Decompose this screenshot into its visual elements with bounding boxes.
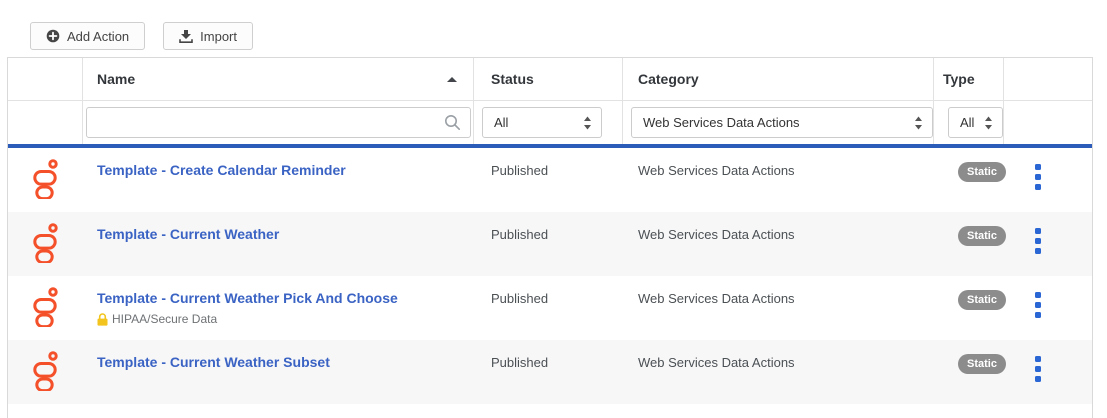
row-category-cell: Web Services Data Actions xyxy=(623,212,934,276)
row-icon-cell xyxy=(8,212,83,276)
action-name-link[interactable]: Template - Create Calendar Reminder xyxy=(83,162,346,178)
filter-type-cell: All xyxy=(934,101,1004,144)
import-label: Import xyxy=(200,29,237,44)
filter-actions-column xyxy=(1004,101,1092,144)
row-actions-cell xyxy=(1004,148,1092,212)
name-search-input[interactable] xyxy=(86,107,471,138)
data-action-icon xyxy=(33,287,59,327)
type-filter-select[interactable]: All xyxy=(948,107,1003,138)
row-name-cell: Template - Create Calendar Reminder xyxy=(83,148,474,212)
secure-data-text: HIPAA/Secure Data xyxy=(112,312,217,326)
kebab-menu-icon[interactable] xyxy=(1033,290,1092,320)
status-filter-select[interactable]: All xyxy=(482,107,602,138)
status-filter-value: All xyxy=(494,115,508,130)
action-name-link[interactable]: Template - Current Weather xyxy=(83,226,279,242)
row-category-cell: Web Services Data Actions xyxy=(623,148,934,212)
row-type-cell: Static xyxy=(934,148,1004,212)
row-actions-cell xyxy=(1004,340,1092,404)
row-name-cell: Template - Current Weather xyxy=(83,212,474,276)
import-button[interactable]: Import xyxy=(163,22,253,50)
table-body: Template - Create Calendar Reminder Publ… xyxy=(8,148,1092,404)
row-name-cell: Template - Current Weather Pick And Choo… xyxy=(83,276,474,340)
table-row: Template - Current Weather Subset Publis… xyxy=(8,340,1092,404)
data-actions-page: Add Action Import Name Status Category T… xyxy=(0,0,1107,418)
stepper-updown-icon xyxy=(583,116,592,130)
table-row: Template - Current Weather Published Web… xyxy=(8,212,1092,276)
category-filter-select[interactable]: Web Services Data Actions xyxy=(631,107,933,138)
data-action-icon xyxy=(33,223,59,263)
row-icon-cell xyxy=(8,148,83,212)
stepper-updown-icon xyxy=(984,116,993,130)
row-type-cell: Static xyxy=(934,212,1004,276)
type-badge: Static xyxy=(958,226,1006,246)
lock-icon xyxy=(97,313,108,326)
toolbar: Add Action Import xyxy=(30,22,253,50)
filter-icon-column xyxy=(8,101,83,144)
filter-category-cell: Web Services Data Actions xyxy=(623,101,934,144)
row-actions-cell xyxy=(1004,212,1092,276)
search-wrap xyxy=(86,107,471,138)
header-actions-column xyxy=(1004,58,1092,100)
header-name-label: Name xyxy=(83,58,473,100)
data-action-icon xyxy=(33,159,59,199)
row-status-cell: Published xyxy=(474,276,623,340)
header-status-label: Status xyxy=(474,58,622,100)
table-filter-row: All Web Services Data Actions All xyxy=(8,101,1092,144)
row-status-cell: Published xyxy=(474,212,623,276)
kebab-menu-icon[interactable] xyxy=(1033,354,1092,384)
header-type[interactable]: Type xyxy=(934,58,1004,100)
sort-ascending-icon xyxy=(447,77,457,82)
type-badge: Static xyxy=(958,290,1006,310)
row-actions-cell xyxy=(1004,276,1092,340)
row-icon-cell xyxy=(8,340,83,404)
table-row: Template - Current Weather Pick And Choo… xyxy=(8,276,1092,340)
row-icon-cell xyxy=(8,276,83,340)
type-filter-value: All xyxy=(960,115,974,130)
add-action-button[interactable]: Add Action xyxy=(30,22,145,50)
header-icon-column xyxy=(8,58,83,100)
type-badge: Static xyxy=(958,354,1006,374)
data-action-icon xyxy=(33,351,59,391)
row-category-cell: Web Services Data Actions xyxy=(623,340,934,404)
row-category-cell: Web Services Data Actions xyxy=(623,276,934,340)
header-status[interactable]: Status xyxy=(474,58,623,100)
actions-table: Name Status Category Type xyxy=(7,57,1093,418)
action-name-link[interactable]: Template - Current Weather Subset xyxy=(83,354,330,370)
row-status-cell: Published xyxy=(474,148,623,212)
kebab-menu-icon[interactable] xyxy=(1033,162,1092,192)
filter-name-cell xyxy=(83,101,474,144)
row-name-cell: Template - Current Weather Subset xyxy=(83,340,474,404)
header-name[interactable]: Name xyxy=(83,58,474,100)
plus-circle-icon xyxy=(46,29,60,43)
search-icon xyxy=(444,114,461,131)
filter-status-cell: All xyxy=(474,101,623,144)
row-type-cell: Static xyxy=(934,340,1004,404)
import-download-icon xyxy=(179,30,193,43)
header-category[interactable]: Category xyxy=(623,58,934,100)
table-header-row: Name Status Category Type xyxy=(8,58,1092,101)
secure-data-label: HIPAA/Secure Data xyxy=(83,312,474,326)
header-category-label: Category xyxy=(623,58,933,100)
kebab-menu-icon[interactable] xyxy=(1033,226,1092,256)
action-name-link[interactable]: Template - Current Weather Pick And Choo… xyxy=(83,290,398,306)
add-action-label: Add Action xyxy=(67,29,129,44)
row-status-cell: Published xyxy=(474,340,623,404)
row-type-cell: Static xyxy=(934,276,1004,340)
header-type-label: Type xyxy=(934,58,1003,100)
type-badge: Static xyxy=(958,162,1006,182)
stepper-updown-icon xyxy=(914,116,923,130)
category-filter-value: Web Services Data Actions xyxy=(643,115,800,130)
table-row: Template - Create Calendar Reminder Publ… xyxy=(8,148,1092,212)
